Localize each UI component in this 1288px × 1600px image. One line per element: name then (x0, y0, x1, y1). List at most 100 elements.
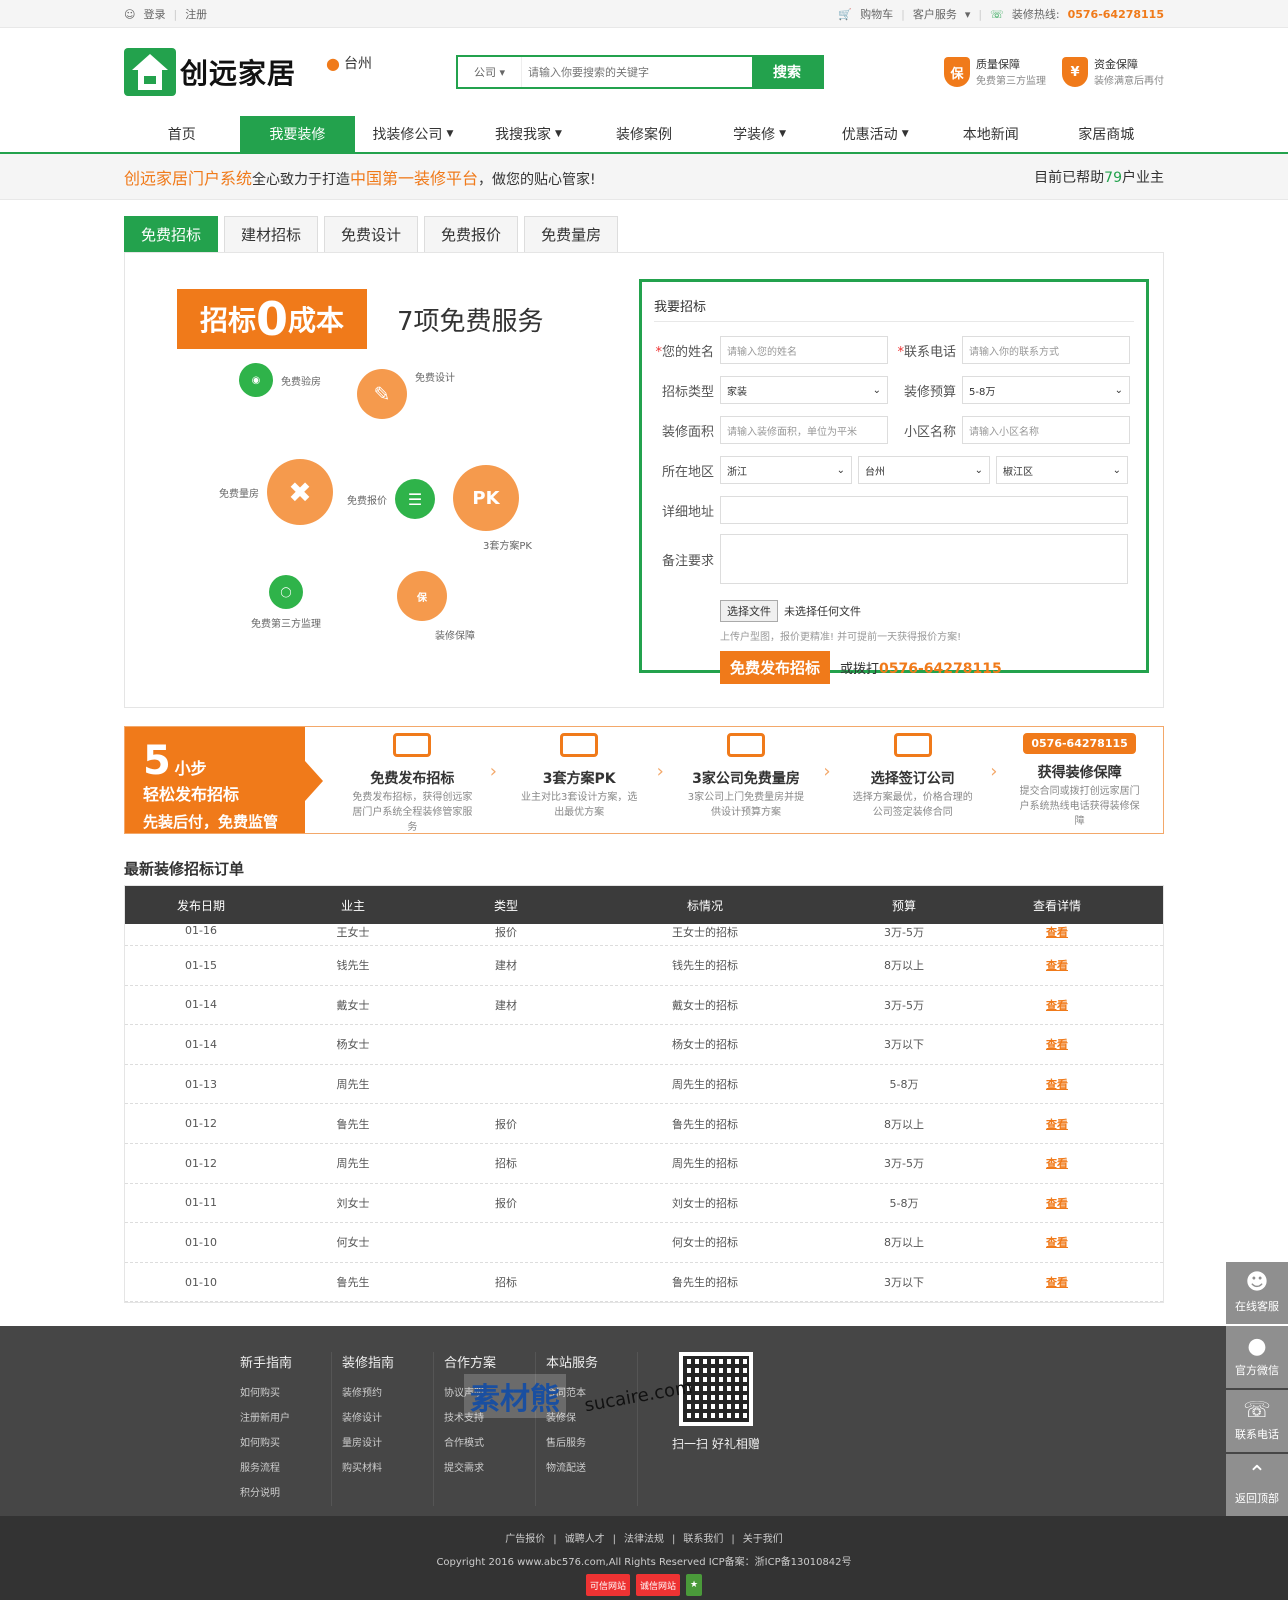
tab-material-bid[interactable]: 建材招标 (224, 216, 319, 252)
footer-link[interactable]: 注册新用户 (240, 1406, 331, 1431)
district-select[interactable]: 椒江区 ⌄ (996, 456, 1128, 484)
header: 创远家居 ● 台州 公司 ▾ 搜索 保 质量保障 免费第三方监理 ¥ 资金保障 (0, 28, 1288, 116)
footer-link[interactable]: 合作模式 (444, 1431, 535, 1456)
chevron-right-icon: › (489, 761, 497, 782)
search-type-select[interactable]: 公司 ▾ (458, 57, 522, 87)
nav-item-home[interactable]: 首页 (124, 116, 240, 152)
budget-select[interactable]: 5-8万 ⌄ (962, 376, 1130, 404)
choose-file-button[interactable]: 选择文件 (720, 600, 778, 622)
service-item: 免费报价 ☰ (347, 479, 435, 519)
name-input[interactable]: 请输入您的姓名 (720, 336, 888, 364)
nav-item-cases[interactable]: 装修案例 (586, 116, 702, 152)
orders-table: 发布日期 业主 类型 标情况 预算 查看详情 01-16 王女士 报价 王女士的招标 3… (124, 885, 1164, 1304)
notes-textarea[interactable] (720, 534, 1128, 584)
view-detail-link[interactable]: 查看 (1046, 1078, 1068, 1091)
service-item: ✎ 免费设计 (357, 369, 455, 419)
bid-form: 我要招标 *您的姓名 请输入您的姓名 *联系电话 请输入你的联系方式 招标类型 … (639, 279, 1149, 684)
address-input[interactable] (720, 496, 1128, 524)
area-input[interactable]: 请输入装修面积，单位为平米 (720, 416, 888, 444)
table-cell: 建材 (495, 959, 517, 973)
topbar: ☺ 登录 | 注册 🛒 购物车 | 客户服务 ▾ | ☏ 装修热线: 0576-… (0, 0, 1288, 28)
tab-free-bid[interactable]: 免费招标 (124, 216, 219, 252)
footer-link[interactable]: 如何购买 (240, 1431, 331, 1456)
footer-link[interactable]: 如何购买 (240, 1381, 331, 1406)
footer-link[interactable]: 装修设计 (342, 1406, 433, 1431)
footer-link[interactable]: 积分说明 (240, 1481, 331, 1506)
footer-link[interactable]: 装修预约 (342, 1381, 433, 1406)
divider: | (978, 7, 983, 21)
table-row: 01-14 戴女士 建材 戴女士的招标 3万-5万 查看 (125, 986, 1163, 1026)
document-icon: ☰ (395, 479, 435, 519)
table-cell: 01-11 (185, 1196, 217, 1210)
view-detail-link[interactable]: 查看 (1046, 926, 1068, 939)
customer-service-link[interactable]: 客户服务 (913, 6, 957, 22)
search-input[interactable] (521, 57, 752, 87)
cart-link[interactable]: 购物车 (860, 6, 893, 22)
wechat-button[interactable]: ● 官方微信 (1226, 1326, 1288, 1388)
register-link[interactable]: 注册 (185, 6, 207, 22)
steps-lead: 5 小步 轻松发布招标 先装后付，免费监管 (125, 727, 323, 833)
tab-free-measure[interactable]: 免费量房 (524, 216, 619, 252)
back-to-top-button[interactable]: ⌃ 返回顶部 (1226, 1454, 1288, 1516)
login-link[interactable]: 登录 (143, 6, 165, 22)
table-cell: 5-8万 (889, 1078, 919, 1092)
footer-bottom-link[interactable]: 关于我们 (743, 1534, 783, 1545)
type-select[interactable]: 家装 ⌄ (720, 376, 888, 404)
contact-phone-button[interactable]: ☏ 联系电话 (1226, 1390, 1288, 1452)
nav-item-search-home[interactable]: 我搜我家 ▼ (471, 116, 587, 152)
divider: | (553, 1534, 557, 1545)
view-detail-link[interactable]: 查看 (1046, 1157, 1068, 1170)
footer-link[interactable]: 购买材料 (342, 1456, 433, 1481)
search-button[interactable]: 搜索 (751, 57, 822, 87)
table-cell: 刘女士的招标 (672, 1196, 738, 1210)
nav-item-learn[interactable]: 学装修 ▼ (702, 116, 818, 152)
table-cell: 3万-5万 (884, 926, 924, 939)
police-badge-icon[interactable]: ★ (685, 1574, 703, 1596)
footer-link[interactable]: 售后服务 (546, 1431, 637, 1456)
submit-bid-button[interactable]: 免费发布招标 (720, 651, 831, 684)
view-detail-link[interactable]: 查看 (1046, 1038, 1068, 1051)
footer-link[interactable]: 物流配送 (546, 1456, 637, 1481)
phone-input[interactable]: 请输入你的联系方式 (962, 336, 1130, 364)
footer-bottom-link[interactable]: 法律法规 (624, 1534, 664, 1545)
view-detail-link[interactable]: 查看 (1046, 1236, 1068, 1249)
nav-item-mall[interactable]: 家居商城 (1049, 116, 1165, 152)
trust-badge[interactable]: 诚信网站 (635, 1574, 680, 1596)
view-detail-link[interactable]: 查看 (1046, 1197, 1068, 1210)
nav-item-find-company[interactable]: 找装修公司 ▼ (355, 116, 471, 152)
table-cell: 鲁先生的招标 (672, 1276, 738, 1290)
online-service-button[interactable]: ☻ 在线客服 (1226, 1262, 1288, 1324)
footer-bottom-link[interactable]: 联系我们 (683, 1534, 723, 1545)
footer-bottom-link[interactable]: 诚聘人才 (565, 1534, 605, 1545)
city-selector[interactable]: ● 台州 (326, 53, 372, 73)
table-cell: 查看 (981, 1076, 1133, 1092)
nav-item-news[interactable]: 本地新闻 (933, 116, 1049, 152)
nav-item-deals[interactable]: 优惠活动 ▼ (817, 116, 933, 152)
view-detail-link[interactable]: 查看 (1046, 959, 1068, 972)
province-select[interactable]: 浙江 ⌄ (720, 456, 852, 484)
community-input[interactable]: 请输入小区名称 (962, 416, 1130, 444)
footer-link[interactable]: 量房设计 (342, 1431, 433, 1456)
tab-free-quote[interactable]: 免费报价 (424, 216, 519, 252)
table-cell: 查看 (981, 997, 1133, 1013)
nav-item-renovate[interactable]: 我要装修 (239, 116, 356, 152)
footer-column-title: 本站服务 (546, 1356, 599, 1371)
footer-bottom-link[interactable]: 广告报价 (505, 1534, 545, 1545)
view-detail-link[interactable]: 查看 (1046, 1118, 1068, 1131)
footer-link[interactable]: 服务流程 (240, 1456, 331, 1481)
list-icon (393, 733, 432, 757)
table-cell: 查看 (981, 1234, 1133, 1250)
tab-free-design[interactable]: 免费设计 (324, 216, 419, 252)
view-detail-link[interactable]: 查看 (1046, 999, 1068, 1012)
phone-badge: 0576-64278115 (1023, 733, 1136, 754)
trust-badge[interactable]: 可信网站 (585, 1574, 630, 1596)
logo[interactable]: 创远家居 (124, 48, 296, 96)
orders-title: 最新装修招标订单 (124, 860, 245, 878)
float-bar: ☻ 在线客服 ● 官方微信 ☏ 联系电话 ⌃ 返回顶部 (1226, 1262, 1288, 1518)
footer-link[interactable]: 提交需求 (444, 1456, 535, 1481)
table-cell: 查看 (981, 957, 1133, 973)
view-detail-link[interactable]: 查看 (1046, 1276, 1068, 1289)
divider: | (612, 1534, 616, 1545)
divider: | (173, 7, 178, 21)
city-select[interactable]: 台州 ⌄ (858, 456, 990, 484)
